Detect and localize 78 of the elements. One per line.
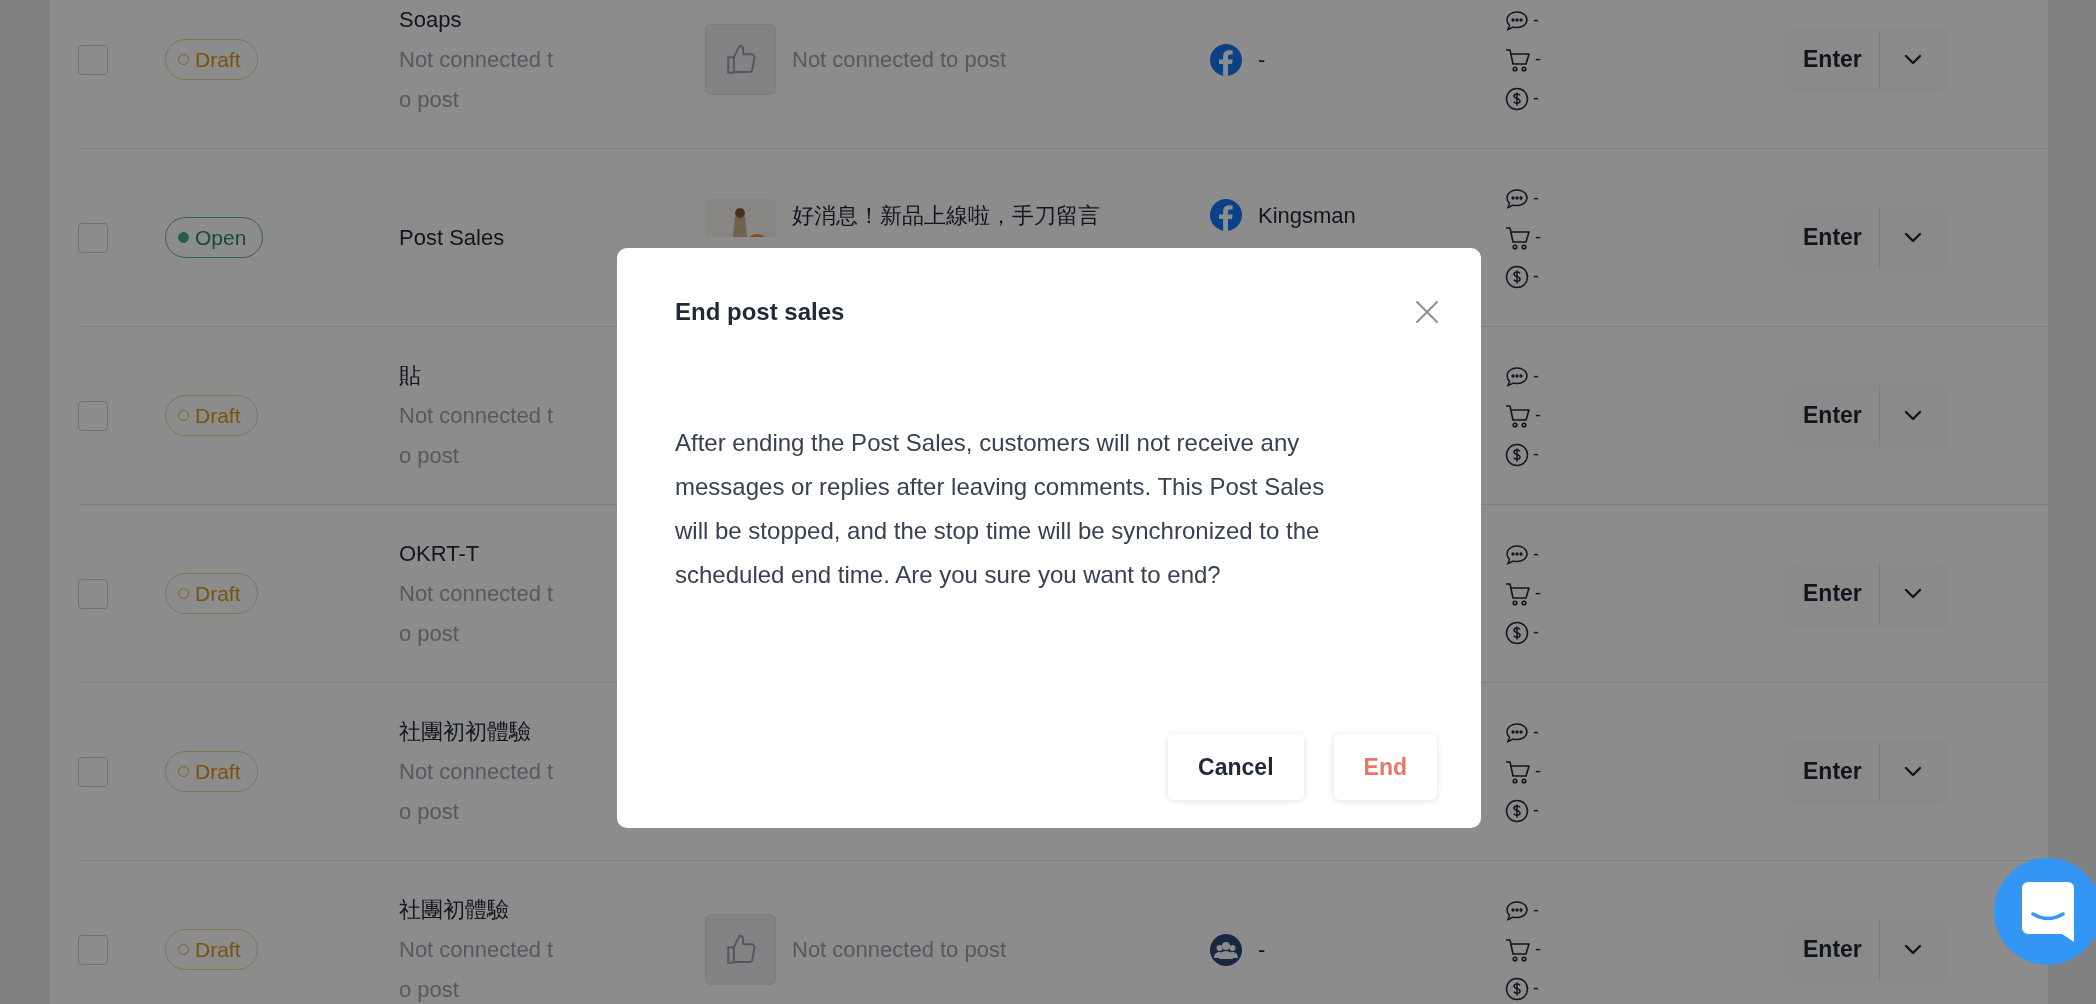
- status-badge: Draft: [165, 395, 258, 436]
- cart-icon: [1505, 402, 1531, 429]
- comment-icon: [1505, 365, 1529, 388]
- stat-value: -: [1533, 721, 1539, 744]
- enter-button[interactable]: Enter: [1787, 385, 1880, 446]
- post-sales-name: Soaps: [399, 5, 462, 34]
- caret-icon: [1903, 232, 1922, 243]
- stat-value: -: [1535, 938, 1541, 961]
- row-checkbox[interactable]: [78, 578, 108, 609]
- caret-icon: [1903, 588, 1922, 599]
- comment-icon: [1505, 899, 1529, 922]
- caret-icon: [1903, 54, 1922, 65]
- row-checkbox[interactable]: [78, 400, 108, 431]
- modal-message: After ending the Post Sales, customers will not receive any messages or replies after leaving comments. This Post Sales will be stopped, and the stop time will be synchronized to the scheduled end time. Are you sure you want to end?: [675, 427, 1326, 590]
- row-checkbox[interactable]: [78, 756, 108, 787]
- stat-value: -: [1533, 443, 1539, 466]
- stat-value: -: [1533, 621, 1539, 644]
- cart-icon: [1505, 936, 1531, 963]
- page-name: -: [1258, 936, 1266, 964]
- dollar-icon: [1505, 86, 1529, 111]
- status-badge: Draft: [165, 39, 258, 80]
- post-sales-name: Post Sales: [399, 223, 505, 252]
- status-badge: Draft: [165, 751, 258, 792]
- comment-icon: [1505, 721, 1529, 744]
- status-badge: Draft: [165, 929, 258, 970]
- dollar-icon: [1505, 442, 1529, 467]
- stat-value: -: [1533, 87, 1539, 110]
- post-sales-name: 社團初體驗: [399, 895, 509, 924]
- stat-value: -: [1533, 187, 1539, 210]
- cart-icon: [1505, 46, 1531, 73]
- dollar-icon: [1505, 976, 1529, 1001]
- enter-button[interactable]: Enter: [1787, 741, 1880, 802]
- stat-value: -: [1535, 582, 1541, 605]
- caret-icon: [1903, 944, 1922, 955]
- row-checkbox[interactable]: [78, 222, 108, 253]
- enter-button[interactable]: Enter: [1787, 207, 1880, 268]
- stat-value: -: [1535, 760, 1541, 783]
- post-sales-name: 貼: [399, 361, 421, 390]
- stat-value: -: [1533, 799, 1539, 822]
- cart-icon: [1505, 224, 1531, 251]
- cart-icon: [1505, 580, 1531, 607]
- facebook-icon: [1210, 43, 1242, 76]
- stat-value: -: [1533, 977, 1539, 1000]
- post-sales-name: OKRT-T: [399, 539, 480, 568]
- stat-value: -: [1535, 226, 1541, 249]
- comment-icon: [1505, 9, 1529, 32]
- cancel-button[interactable]: Cancel: [1168, 734, 1304, 800]
- stat-value: -: [1533, 265, 1539, 288]
- stat-value: -: [1535, 404, 1541, 427]
- stat-value: -: [1533, 365, 1539, 388]
- caret-icon: [1903, 766, 1922, 777]
- post-text: 好消息！新品上線啦，手刀留言: [792, 202, 1100, 230]
- stat-value: -: [1533, 543, 1539, 566]
- row-checkbox[interactable]: [78, 44, 108, 75]
- status-badge: Draft: [165, 573, 258, 614]
- dollar-icon: [1505, 620, 1529, 645]
- group-icon: [1210, 933, 1242, 966]
- facebook-icon: [1210, 199, 1242, 231]
- comment-icon: [1505, 187, 1529, 210]
- page-name: Kingsman: [1258, 202, 1356, 230]
- enter-button[interactable]: Enter: [1787, 29, 1880, 90]
- post-sales-name: 社團初初體驗: [399, 717, 531, 746]
- stat-value: -: [1535, 48, 1541, 71]
- dollar-icon: [1505, 264, 1529, 289]
- end-button[interactable]: End: [1333, 734, 1437, 800]
- stat-value: -: [1533, 899, 1539, 922]
- caret-icon: [1903, 410, 1922, 421]
- dollar-icon: [1505, 798, 1529, 823]
- row-checkbox[interactable]: [78, 934, 108, 965]
- enter-button[interactable]: Enter: [1787, 563, 1880, 624]
- modal-title: End post sales: [675, 298, 845, 327]
- page-name: -: [1258, 46, 1266, 74]
- stat-value: -: [1533, 9, 1539, 32]
- cart-icon: [1505, 758, 1531, 785]
- status-badge: Open: [165, 217, 264, 258]
- comment-icon: [1505, 543, 1529, 566]
- enter-button[interactable]: Enter: [1787, 919, 1880, 980]
- chat-icon: [2021, 881, 2074, 942]
